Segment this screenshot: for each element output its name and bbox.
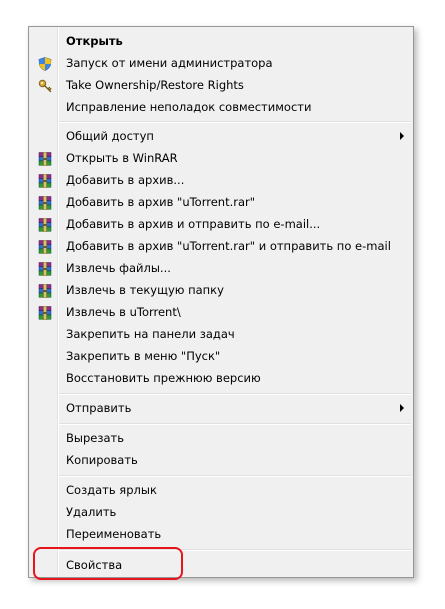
key-icon [38, 78, 52, 93]
menu-item-label: Открыть [66, 34, 123, 48]
menu-item-extract-to-utorrent[interactable]: Извлечь в uTorrent\ [29, 301, 413, 323]
context-menu: Открыть Запуск от имени администратора T… [28, 26, 414, 578]
menu-item-open-in-winrar[interactable]: Открыть в WinRAR [29, 147, 413, 169]
menu-item-copy[interactable]: Копировать [29, 449, 413, 471]
winrar-icon [38, 217, 52, 233]
menu-item-label: Добавить в архив и отправить по e-mail..… [66, 217, 321, 231]
winrar-icon [38, 261, 52, 277]
winrar-icon [38, 195, 52, 211]
menu-item-label: Take Ownership/Restore Rights [66, 78, 244, 92]
menu-item-label: Извлечь в текущую папку [66, 283, 224, 297]
menu-item-label: Удалить [66, 505, 117, 519]
menu-item-troubleshoot-compatibility[interactable]: Исправление неполадок совместимости [29, 96, 413, 118]
winrar-icon [38, 239, 52, 255]
menu-separator [59, 393, 411, 395]
menu-item-label: Общий доступ [66, 129, 154, 143]
menu-item-add-and-email[interactable]: Добавить в архив и отправить по e-mail..… [29, 213, 413, 235]
menu-item-label: Извлечь в uTorrent\ [66, 305, 181, 319]
menu-separator [59, 121, 411, 123]
menu-item-label: Восстановить прежнюю версию [66, 371, 261, 385]
submenu-arrow-icon [400, 132, 404, 140]
menu-item-label: Создать ярлык [66, 483, 157, 497]
menu-item-restore-previous-versions[interactable]: Восстановить прежнюю версию [29, 367, 413, 389]
winrar-icon [38, 173, 52, 189]
properties-highlight-outline [33, 547, 183, 580]
menu-item-pin-to-start[interactable]: Закрепить в меню "Пуск" [29, 345, 413, 367]
menu-item-label: Добавить в архив "uTorrent.rar" и отправ… [66, 239, 391, 253]
winrar-icon [38, 283, 52, 299]
menu-item-label: Добавить в архив... [66, 173, 185, 187]
menu-item-create-shortcut[interactable]: Создать ярлык [29, 479, 413, 501]
menu-item-label: Копировать [66, 453, 138, 467]
menu-item-rename[interactable]: Переименовать [29, 523, 413, 545]
menu-item-extract-here[interactable]: Извлечь в текущую папку [29, 279, 413, 301]
menu-separator [59, 475, 411, 477]
menu-item-label: Запуск от имени администратора [66, 56, 273, 70]
menu-item-share[interactable]: Общий доступ [29, 125, 413, 147]
menu-item-extract-files[interactable]: Извлечь файлы... [29, 257, 413, 279]
menu-item-label: Исправление неполадок совместимости [66, 100, 312, 114]
menu-item-label: Отправить [66, 401, 132, 415]
menu-item-take-ownership[interactable]: Take Ownership/Restore Rights [29, 74, 413, 96]
menu-item-pin-to-taskbar[interactable]: Закрепить на панели задач [29, 323, 413, 345]
menu-item-run-as-admin[interactable]: Запуск от имени администратора [29, 52, 413, 74]
menu-item-add-to-utorrent-rar[interactable]: Добавить в архив "uTorrent.rar" [29, 191, 413, 213]
menu-item-open[interactable]: Открыть [29, 30, 413, 52]
menu-item-label: Переименовать [66, 527, 162, 541]
menu-item-label: Открыть в WinRAR [66, 151, 178, 165]
menu-item-add-to-archive[interactable]: Добавить в архив... [29, 169, 413, 191]
menu-item-label: Вырезать [66, 431, 124, 445]
submenu-arrow-icon [400, 404, 404, 412]
menu-item-label: Закрепить в меню "Пуск" [66, 349, 221, 363]
menu-item-send-to[interactable]: Отправить [29, 397, 413, 419]
menu-item-label: Добавить в архив "uTorrent.rar" [66, 195, 256, 209]
menu-item-cut[interactable]: Вырезать [29, 427, 413, 449]
menu-item-add-utorrent-rar-and-email[interactable]: Добавить в архив "uTorrent.rar" и отправ… [29, 235, 413, 257]
menu-item-delete[interactable]: Удалить [29, 501, 413, 523]
menu-separator [59, 423, 411, 425]
winrar-icon [38, 305, 52, 321]
menu-item-label: Закрепить на панели задач [66, 327, 235, 341]
menu-item-label: Извлечь файлы... [66, 261, 171, 275]
uac-shield-icon [38, 56, 52, 71]
winrar-icon [38, 151, 52, 167]
